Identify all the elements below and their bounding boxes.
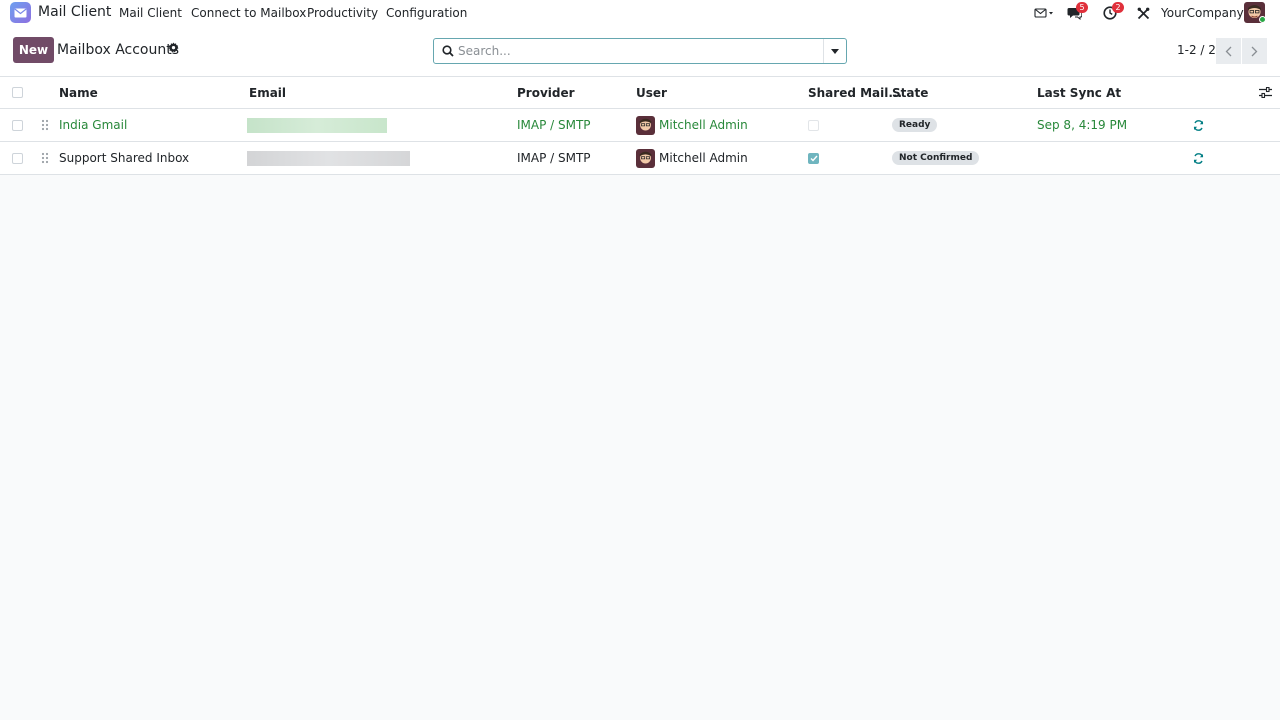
drag-handle-icon[interactable] <box>41 109 49 141</box>
shared-mailbox-checkbox <box>808 109 819 141</box>
shared-mailbox-checkbox <box>808 142 819 174</box>
mail-dropdown-icon[interactable] <box>1034 5 1054 21</box>
online-status-dot <box>1259 16 1266 23</box>
control-panel: New Mailbox Accounts 1-2 / 2 <box>0 26 1280 77</box>
user-name: Mitchell Admin <box>659 151 748 165</box>
pager-next-button[interactable] <box>1242 38 1267 64</box>
company-switcher[interactable]: YourCompany <box>1161 6 1244 20</box>
chevron-left-icon <box>1225 46 1232 56</box>
table-row[interactable]: India Gmail IMAP / SMTP Mitchell Admin R… <box>0 109 1280 142</box>
sync-icon[interactable] <box>1193 142 1204 174</box>
search-input[interactable] <box>458 42 818 60</box>
account-name: Support Shared Inbox <box>59 151 190 165</box>
select-all-checkbox[interactable] <box>12 77 23 108</box>
column-header-email[interactable]: Email <box>249 77 286 108</box>
provider: IMAP / SMTP <box>517 151 591 165</box>
row-checkbox[interactable] <box>12 142 23 174</box>
email-redacted <box>247 142 410 174</box>
user-field: Mitchell Admin <box>636 142 748 174</box>
state-badge: Ready <box>892 109 938 141</box>
email-redacted <box>247 109 387 141</box>
mail-app-icon[interactable] <box>10 2 31 23</box>
new-button[interactable]: New <box>13 37 54 63</box>
optional-columns-icon[interactable] <box>1259 77 1272 108</box>
app-title[interactable]: Mail Client <box>38 4 111 20</box>
mailbox-accounts-list: Name Email Provider User Shared Mail... … <box>0 77 1280 175</box>
provider: IMAP / SMTP <box>517 118 591 132</box>
messages-icon[interactable]: 5 <box>1067 2 1091 21</box>
user-name: Mitchell Admin <box>659 118 748 132</box>
row-checkbox[interactable] <box>12 109 23 141</box>
search-icon <box>442 45 454 60</box>
activities-badge: 2 <box>1112 2 1124 13</box>
gear-icon[interactable] <box>168 42 179 56</box>
menu-item-connect-to-mailbox[interactable]: Connect to Mailbox <box>191 6 306 20</box>
chevron-right-icon <box>1251 46 1258 56</box>
caret-down-icon <box>831 48 839 54</box>
menu-item-configuration[interactable]: Configuration <box>386 6 467 20</box>
table-header: Name Email Provider User Shared Mail... … <box>0 77 1280 109</box>
activities-clock-icon[interactable]: 2 <box>1103 2 1127 21</box>
account-name: India Gmail <box>59 118 128 132</box>
user-avatar <box>636 115 655 135</box>
pager-value[interactable]: 1-2 / 2 <box>1177 43 1216 57</box>
column-header-user[interactable]: User <box>636 77 667 108</box>
search-box[interactable] <box>433 38 847 64</box>
menu-item-productivity[interactable]: Productivity <box>307 6 378 20</box>
checkmark-icon <box>808 152 819 164</box>
drag-handle-icon[interactable] <box>41 142 49 174</box>
debug-tools-icon[interactable] <box>1137 5 1150 21</box>
column-header-shared-mailbox[interactable]: Shared Mail... <box>808 77 902 108</box>
column-header-state[interactable]: State <box>892 77 928 108</box>
user-field: Mitchell Admin <box>636 109 748 141</box>
search-options-toggle[interactable] <box>823 39 846 63</box>
state-badge: Not Confirmed <box>892 142 980 174</box>
column-header-provider[interactable]: Provider <box>517 77 575 108</box>
column-header-name[interactable]: Name <box>59 77 98 108</box>
last-sync-value: Sep 8, 4:19 PM <box>1037 118 1128 132</box>
menu-item-mail-client[interactable]: Mail Client <box>119 6 182 20</box>
user-avatar <box>636 148 655 168</box>
sync-icon[interactable] <box>1193 109 1204 141</box>
messages-badge: 5 <box>1076 2 1088 13</box>
page-title: Mailbox Accounts <box>57 42 180 58</box>
top-navbar: Mail Client Mail Client Connect to Mailb… <box>0 0 1280 26</box>
table-row[interactable]: Support Shared Inbox IMAP / SMTP Mitchel… <box>0 142 1280 175</box>
column-header-last-sync[interactable]: Last Sync At <box>1037 77 1121 108</box>
pager-previous-button[interactable] <box>1216 38 1241 64</box>
